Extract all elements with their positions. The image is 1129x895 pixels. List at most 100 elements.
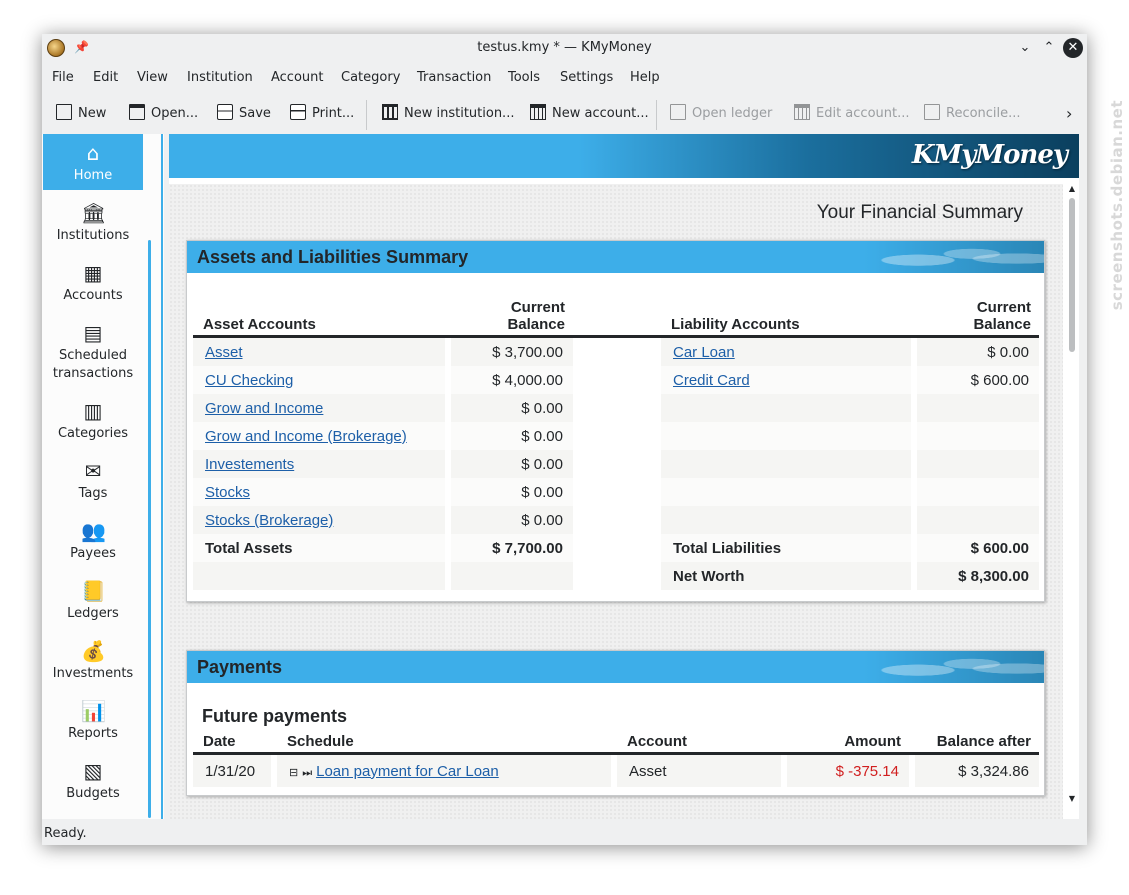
new-account-button[interactable]: New account... (530, 104, 649, 124)
schedule-link[interactable]: Loan payment for Car Loan (316, 763, 499, 780)
open-button[interactable]: Open... (129, 104, 198, 124)
sidebar-item-institutions[interactable]: 🏛 Institutions (43, 194, 143, 250)
scroll-up-icon[interactable]: ▲ (1067, 184, 1077, 193)
total-assets-label: Total Assets (193, 534, 445, 562)
window-title: testus.kmy * — KMyMoney (477, 40, 652, 55)
assets-liabilities-table: Asset Accounts Current Balance Liability … (193, 299, 1039, 590)
table-row: CU Checking $ 4,000.00 Credit Card $ 600… (193, 366, 1039, 394)
menu-help[interactable]: Help (630, 70, 660, 85)
menu-institution[interactable]: Institution (187, 70, 253, 85)
account-link-asset[interactable]: Asset (205, 344, 243, 361)
panel-header: Payments (187, 651, 1044, 683)
close-icon[interactable]: ✕ (1063, 38, 1083, 58)
investments-icon: 💰 (81, 639, 106, 663)
sidebar-item-scheduled-transactions[interactable]: ▤ Scheduled transactions (43, 314, 143, 388)
net-worth-row: Net Worth $ 8,300.00 (193, 562, 1039, 590)
schedule-header: Schedule (277, 733, 611, 755)
menu-transaction[interactable]: Transaction (417, 70, 491, 85)
menu-account[interactable]: Account (271, 70, 324, 85)
account-balance: $ 0.00 (917, 338, 1039, 366)
chevron-right-icon[interactable]: › (1066, 104, 1072, 123)
account-link-grow-and-income-brokerage[interactable]: Grow and Income (Brokerage) (205, 428, 407, 445)
kmymoney-logo: KMyMoney (911, 140, 1068, 170)
table-row: 1/31/20 ⊟ ⏭ Loan payment for Car Loan Asse… (193, 755, 1039, 787)
maximize-icon[interactable]: ⌃ (1040, 39, 1058, 57)
account-balance: $ 3,700.00 (451, 338, 573, 366)
asset-accounts-header: Asset Accounts (193, 299, 445, 338)
open-ledger-button[interactable]: Open ledger (670, 104, 772, 124)
tag-envelope-icon: ✉ (84, 459, 102, 483)
header-banner: KMyMoney (169, 134, 1079, 178)
table-row: Stocks (Brokerage) $ 0.00 (193, 506, 1039, 534)
reconcile-button[interactable]: Reconcile... (924, 104, 1021, 124)
account-balance: $ 0.00 (451, 450, 573, 478)
enter-schedule-icon[interactable]: ⊟ (289, 767, 298, 779)
account-link-stocks[interactable]: Stocks (205, 484, 250, 501)
account-link-car-loan[interactable]: Car Loan (673, 344, 735, 361)
categories-icon: ▥ (83, 399, 103, 423)
accounts-icon: ▦ (83, 261, 103, 285)
toolbar-separator (366, 100, 367, 130)
table-row: Investements $ 0.00 (193, 450, 1039, 478)
new-institution-button[interactable]: New institution... (382, 104, 514, 124)
main-toolbar: New Open... Save Print... New institutio… (42, 96, 1087, 130)
menu-file[interactable]: File (52, 70, 74, 85)
sidebar-item-accounts[interactable]: ▦ Accounts (43, 254, 143, 310)
account-link-investements[interactable]: Investements (205, 456, 294, 473)
page-title: Your Financial Summary (816, 202, 1023, 223)
new-button[interactable]: New (56, 104, 106, 124)
sidebar-item-home[interactable]: ⌂ Home (43, 134, 143, 190)
sidebar-scrollbar[interactable] (148, 240, 151, 818)
assets-liabilities-panel: Assets and Liabilities Summary Asset Acc… (186, 240, 1045, 602)
liability-balance-header: Current Balance (917, 299, 1039, 338)
home-icon: ⌂ (86, 141, 100, 165)
save-button[interactable]: Save (217, 104, 271, 124)
menu-tools[interactable]: Tools (508, 70, 540, 85)
total-liabilities-label: Total Liabilities (661, 534, 911, 562)
reconcile-icon (924, 104, 940, 120)
sidebar-item-categories[interactable]: ▥ Categories (43, 392, 143, 448)
account-link-grow-and-income[interactable]: Grow and Income (205, 400, 323, 417)
panel-header: Assets and Liabilities Summary (187, 241, 1044, 273)
account-balance: $ 600.00 (917, 366, 1039, 394)
table-row: Grow and Income $ 0.00 (193, 394, 1039, 422)
scrollbar-thumb[interactable] (1069, 198, 1075, 352)
menu-bar: File Edit View Institution Account Categ… (42, 64, 1087, 92)
panel-title: Payments (197, 657, 283, 677)
net-worth-label: Net Worth (661, 562, 911, 590)
future-payments-heading: Future payments (202, 706, 348, 726)
payment-amount: $ -375.14 (787, 755, 909, 787)
sidebar-item-budgets[interactable]: ▧ Budgets (43, 752, 143, 808)
watermark-text: screenshots.debian.net (1108, 100, 1126, 311)
menu-category[interactable]: Category (341, 70, 400, 85)
sidebar-item-payees[interactable]: 👥 Payees (43, 512, 143, 568)
sidebar-item-investments[interactable]: 💰 Investments (43, 632, 143, 688)
menu-edit[interactable]: Edit (93, 70, 118, 85)
payment-balance-after: $ 3,324.86 (915, 755, 1039, 787)
flourish-ornament (864, 651, 1044, 683)
account-link-stocks-brokerage[interactable]: Stocks (Brokerage) (205, 512, 333, 529)
content-scrollbar[interactable]: ▲ ▼ (1067, 184, 1077, 804)
edit-account-button[interactable]: Edit account... (794, 104, 910, 124)
account-link-credit-card[interactable]: Credit Card (673, 372, 750, 389)
sidebar-item-reports[interactable]: 📊 Reports (43, 692, 143, 748)
balance-after-header: Balance after (915, 733, 1039, 755)
menu-view[interactable]: View (137, 70, 168, 85)
sidebar-item-ledgers[interactable]: 📒 Ledgers (43, 572, 143, 628)
flourish-ornament (864, 241, 1044, 273)
sidebar-item-tags[interactable]: ✉ Tags (43, 452, 143, 508)
total-liabilities-value: $ 600.00 (917, 534, 1039, 562)
amount-header: Amount (787, 733, 909, 755)
print-button[interactable]: Print... (290, 104, 354, 124)
calendar-icon: ▤ (83, 321, 103, 345)
totals-row: Total Assets $ 7,700.00 Total Liabilitie… (193, 534, 1039, 562)
budgets-icon: ▧ (83, 759, 103, 783)
minimize-icon[interactable]: ⌄ (1016, 39, 1034, 57)
scroll-down-icon[interactable]: ▼ (1067, 794, 1077, 803)
account-link-cu-checking[interactable]: CU Checking (205, 372, 293, 389)
asset-balance-header: Current Balance (451, 299, 573, 338)
menu-settings[interactable]: Settings (560, 70, 613, 85)
total-assets-value: $ 7,700.00 (451, 534, 573, 562)
skip-schedule-icon[interactable]: ⏭ (302, 767, 312, 779)
ledger-icon (670, 104, 686, 120)
